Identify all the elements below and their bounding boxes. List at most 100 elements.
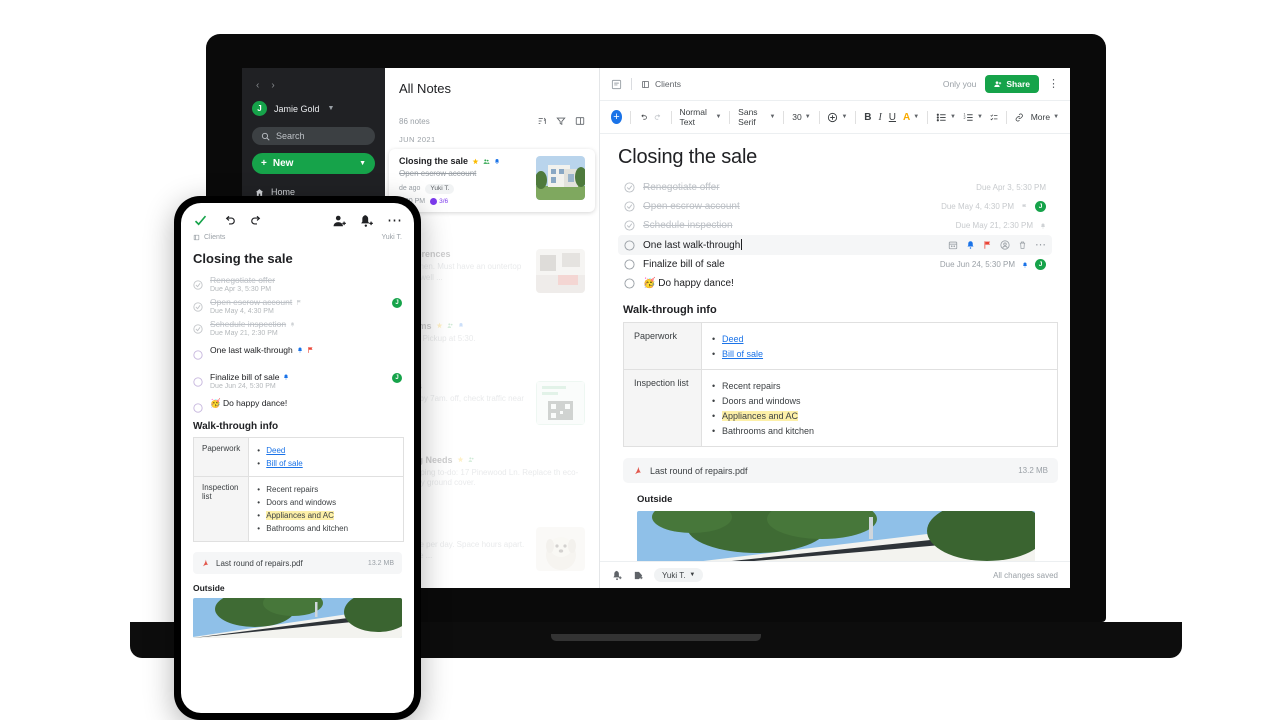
sort-icon[interactable] [537, 116, 547, 126]
document-title[interactable]: Closing the sale [181, 241, 414, 273]
star-icon[interactable] [472, 158, 479, 165]
checkbox-checked-icon[interactable] [624, 201, 635, 212]
chevron-down-icon[interactable]: ▼ [359, 160, 366, 167]
checkbox-checked-icon[interactable] [624, 220, 635, 231]
breadcrumb[interactable]: Clients [641, 79, 681, 89]
more-label: More [1030, 112, 1051, 122]
task-row[interactable]: Open escrow account Due May 4, 4:30 PM J [618, 197, 1052, 216]
attachment-size: 13.2 MB [367, 559, 394, 567]
attachment-name: Last round of repairs.pdf [650, 465, 748, 476]
filter-icon[interactable] [556, 116, 566, 126]
task-row[interactable]: 🥳 Do happy dance! [193, 396, 402, 413]
task-row[interactable]: Finalize bill of sale Due Jun 24, 5:30 P… [618, 255, 1052, 274]
collaborator-chip[interactable]: Yuki T. ▼ [654, 568, 704, 582]
task-row[interactable]: Schedule inspection Due May 21, 2:30 PM [618, 216, 1052, 235]
photo-attachment[interactable] [637, 511, 1035, 561]
attachment-row[interactable]: Last round of repairs.pdf 13.2 MB [193, 552, 402, 574]
link-icon[interactable] [1015, 112, 1024, 123]
note-thumbnail [536, 156, 585, 200]
search-placeholder: Search [276, 131, 305, 141]
fill-color-button[interactable]: ▼ [827, 112, 847, 123]
paragraph-style-select[interactable]: Normal Text ▼ [679, 107, 721, 127]
task-row[interactable]: Renegotiate offer Due Apr 3, 5:30 PM [618, 178, 1052, 197]
calendar-icon[interactable] [948, 240, 958, 250]
check-icon[interactable] [193, 213, 208, 228]
insert-button[interactable]: + [611, 110, 622, 124]
search-input[interactable]: Search [252, 127, 375, 145]
flag-icon[interactable] [983, 240, 992, 250]
checkbox-icon[interactable] [624, 278, 635, 289]
chevron-right-icon[interactable]: › [271, 80, 274, 91]
underline-button[interactable]: U [889, 112, 896, 123]
font-family-select[interactable]: Sans Serif ▼ [738, 107, 775, 127]
walk-through-table: Paperwork Deed Bill of sale Inspection l… [623, 322, 1058, 447]
house-exterior-photo [637, 511, 1035, 561]
table-row-content: Recent repairs Doors and windows Applian… [701, 369, 1058, 447]
document-title[interactable]: Closing the sale [618, 146, 1052, 169]
checkbox-checked-icon[interactable] [193, 321, 203, 334]
task-row[interactable]: 🥳 Do happy dance! [618, 274, 1052, 293]
sharing-status: Only you [942, 79, 977, 89]
bell-icon[interactable] [966, 240, 975, 250]
task-due: Due May 4, 4:30 PM [210, 308, 274, 315]
layout-icon[interactable] [575, 116, 585, 126]
checkbox-icon[interactable] [624, 239, 635, 251]
bulleted-list-button[interactable]: ▼ [936, 112, 956, 123]
checklist-icon[interactable] [990, 112, 999, 123]
account-switcher[interactable]: J Jamie Gold ▼ [252, 101, 375, 127]
photo-attachment[interactable] [193, 598, 402, 638]
font-size-select[interactable]: 30 ▼ [792, 112, 810, 122]
pdf-icon [635, 466, 641, 475]
new-note-button[interactable]: + New ▼ [252, 153, 375, 174]
assign-person-icon[interactable] [1000, 240, 1010, 250]
link[interactable]: Deed [722, 334, 744, 344]
more-options-button[interactable]: More ▼ [1031, 112, 1059, 122]
task-row[interactable]: One last walk-through [193, 343, 402, 360]
task-row[interactable]: Renegotiate offer Due Apr 3, 5:30 PM [193, 273, 402, 295]
more-horizontal-icon[interactable]: ⋯ [387, 213, 402, 228]
task-row[interactable]: Schedule inspection Due May 21, 2:30 PM [193, 317, 402, 339]
task-row[interactable]: Finalize bill of sale Due Jun 24, 5:30 P… [193, 370, 402, 392]
link[interactable]: Bill of sale [266, 459, 302, 468]
checkbox-icon[interactable] [193, 374, 203, 387]
checkbox-icon[interactable] [624, 259, 635, 270]
task-due: Due Apr 3, 5:30 PM [976, 183, 1046, 192]
avatar: J [1035, 259, 1046, 270]
checkbox-checked-icon[interactable] [624, 182, 635, 193]
task-row[interactable]: Open escrow account Due May 4, 4:30 PM J [193, 295, 402, 317]
person-add-icon[interactable] [333, 214, 347, 228]
checkbox-checked-icon[interactable] [193, 277, 203, 290]
add-reminder-icon[interactable] [612, 570, 623, 581]
share-button[interactable]: Share [985, 75, 1039, 93]
list-item: Doors and windows [712, 393, 1047, 408]
link[interactable]: Bill of sale [722, 349, 763, 359]
note-title: Closing the sale [399, 156, 469, 166]
more-vertical-icon[interactable]: ⋮ [1048, 79, 1059, 90]
link[interactable]: Deed [266, 446, 285, 455]
add-reminder-icon[interactable] [360, 214, 374, 228]
divider [729, 110, 731, 124]
italic-button[interactable]: I [878, 112, 881, 123]
redo-icon[interactable] [250, 214, 264, 228]
star-icon[interactable] [436, 322, 443, 329]
checkbox-icon[interactable] [193, 400, 203, 413]
text-color-button[interactable]: A ▼ [903, 112, 919, 123]
star-icon[interactable] [457, 456, 464, 463]
undo-icon[interactable] [639, 112, 648, 123]
checkbox-checked-icon[interactable] [193, 299, 203, 312]
phone-breadcrumb[interactable]: Clients Yuki T. [181, 231, 414, 241]
attachment-row[interactable]: Last round of repairs.pdf 13.2 MB [623, 458, 1058, 483]
search-icon [261, 132, 270, 141]
editor-content[interactable]: Closing the sale Renegotiate offer Due A… [600, 134, 1070, 561]
numbered-list-button[interactable]: 1 2 ▼ [963, 112, 983, 123]
checkbox-icon[interactable] [193, 347, 203, 360]
note-icon[interactable] [611, 79, 622, 90]
task-row-active[interactable]: One last walk-through ⋯ [618, 235, 1052, 255]
bold-button[interactable]: B [864, 112, 871, 123]
add-label-icon[interactable] [633, 570, 644, 581]
chevron-left-icon[interactable]: ‹ [256, 80, 259, 91]
trash-icon[interactable] [1018, 240, 1027, 250]
redo-icon[interactable] [654, 112, 663, 123]
more-horizontal-icon[interactable]: ⋯ [1035, 240, 1046, 251]
undo-icon[interactable] [222, 214, 236, 228]
